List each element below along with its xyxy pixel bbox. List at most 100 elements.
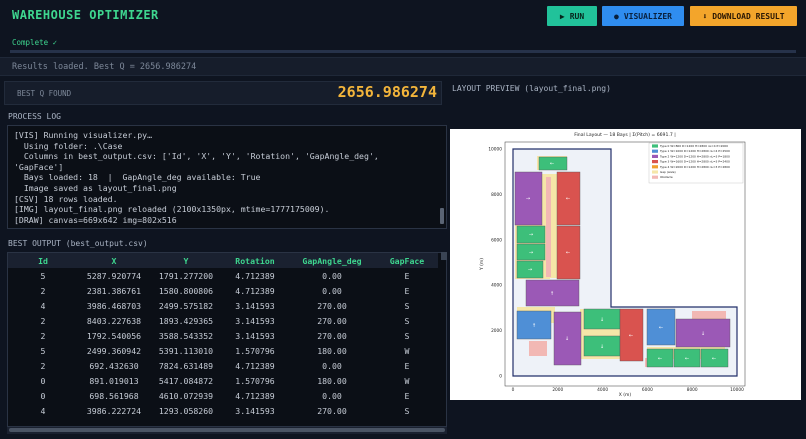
column-header[interactable]: Id xyxy=(8,253,78,268)
table-row[interactable]: 2 8403.227638 1893.429365 3.141593 270.00 S xyxy=(8,313,438,328)
table-row[interactable]: 0 891.019013 5417.084872 1.570796 180.00 W xyxy=(8,374,438,389)
table-cell: 2381.386761 xyxy=(86,285,142,296)
arrow-glyph: ← xyxy=(658,356,662,362)
table-row[interactable]: 2 1792.540056 3588.543352 3.141593 270.00 S xyxy=(8,328,438,343)
legend-label: Type 0 W=800 D=1200 H=2800 nL=4 P=2000 xyxy=(659,144,728,148)
log-scrollbar-thumb[interactable] xyxy=(440,208,444,224)
legend-swatch xyxy=(652,160,658,164)
run-button[interactable]: ▶ RUN xyxy=(547,6,597,26)
column-header[interactable]: Rotation xyxy=(222,253,288,268)
obstacle xyxy=(546,177,551,277)
table-cell: W xyxy=(404,346,410,357)
arrow-glyph: ↑ xyxy=(550,291,554,297)
table-cell: 0.00 xyxy=(322,270,342,281)
table-cell: 3.141593 xyxy=(235,315,275,326)
log-line: Columns in best_output.csv: ['Id', 'X', … xyxy=(14,151,379,162)
plot-legend: Type 0 W=800 D=1200 H=2800 nL=4 P=2000Ty… xyxy=(648,142,744,184)
table-cell: 5 xyxy=(40,270,46,281)
progress-fill xyxy=(10,50,796,53)
arrow-glyph: ↓ xyxy=(565,336,569,342)
plot-xlabel: X (m) xyxy=(619,392,632,398)
process-log[interactable]: [VIS] Running visualizer.py… Using folde… xyxy=(7,125,447,229)
y-tick-label: 0 xyxy=(499,374,502,380)
column-header[interactable]: GapAngle_deg xyxy=(288,253,376,268)
table-row[interactable]: 4 3986.468703 2499.575182 3.141593 270.00 S xyxy=(8,298,438,313)
layout-preview-label: LAYOUT PREVIEW (layout_final.png) xyxy=(452,84,611,93)
legend-label: Type 2 W=1200 D=1200 H=2800 nL=3 P=1800 xyxy=(659,154,730,158)
layout-preview-image: Final Layout — 18 Bays | Σ(Pitch) = 6691… xyxy=(450,129,801,400)
legend-swatch xyxy=(652,175,658,179)
download-result-button[interactable]: ⬇ DOWNLOAD RESULT xyxy=(690,6,797,26)
table-header-row: Id X Y Rotation GapAngle_deg GapFace xyxy=(8,253,438,268)
arrow-glyph: ← xyxy=(659,325,663,331)
table-body: 5 5287.920774 1791.277200 4.712389 0.00 E 2 238… xyxy=(8,268,438,419)
best-output-table[interactable]: Id X Y Rotation GapAngle_deg GapFace 5 5287.92… xyxy=(7,252,447,434)
y-tick-label: 8000 xyxy=(491,192,502,198)
obstacle xyxy=(529,341,547,356)
table-cell: 0.00 xyxy=(322,361,342,372)
arrow-glyph: ← xyxy=(566,250,570,256)
table-cell: 8403.227638 xyxy=(86,315,142,326)
y-tick-label: 4000 xyxy=(491,283,502,289)
table-cell: 1.570796 xyxy=(235,376,275,387)
table-cell: S xyxy=(404,406,410,417)
visualizer-button-label: VISUALIZER xyxy=(623,11,672,21)
legend-label: Type 4 W=2000 D=1200 H=2800 nL=3 P=2800 xyxy=(659,165,730,169)
table-cell: 5391.113010 xyxy=(158,346,214,357)
table-hscroll[interactable] xyxy=(7,426,447,434)
arrow-glyph: → xyxy=(529,232,533,238)
x-tick-label: 0 xyxy=(512,387,515,393)
column-header[interactable]: X xyxy=(78,253,150,268)
table-row[interactable]: 0 698.561968 4610.072939 4.712389 0.00 E xyxy=(8,389,438,404)
table-cell: 5417.084872 xyxy=(158,376,214,387)
table-row[interactable]: 5 5287.920774 1791.277200 4.712389 0.00 E xyxy=(8,268,438,283)
arrow-glyph: ↓ xyxy=(600,344,604,350)
legend-label: Gap (aisle) xyxy=(660,170,676,174)
table-cell: E xyxy=(404,270,410,281)
arrow-glyph: → xyxy=(526,196,530,202)
table-cell: 5 xyxy=(40,346,46,357)
table-cell: 692.432630 xyxy=(89,361,139,372)
table-cell: E xyxy=(404,361,410,372)
best-q-label: BEST Q FOUND xyxy=(17,89,72,98)
table-cell: 1580.800806 xyxy=(158,285,214,296)
log-line: [DRAW] canvas=669x642 img=802x516 xyxy=(14,214,177,225)
table-cell: 2 xyxy=(40,330,46,341)
log-line: [CSV] 18 rows loaded. xyxy=(14,193,118,204)
table-row[interactable]: 4 3986.222724 1293.058260 3.141593 270.00 S xyxy=(8,404,438,419)
x-tick-label: 6000 xyxy=(642,387,653,393)
log-line: [VIS] Running visualizer.py… xyxy=(14,130,153,140)
progress-bar xyxy=(10,50,796,53)
log-line: 'GapFace'] xyxy=(14,161,64,172)
table-cell: 4610.072939 xyxy=(158,391,214,402)
plot-ylabel: Y (m) xyxy=(479,258,485,271)
table-row[interactable]: 5 2499.360942 5391.113010 1.570796 180.00 W xyxy=(8,343,438,358)
table-cell: 2 xyxy=(40,315,46,326)
visualizer-button[interactable]: ● VISUALIZER xyxy=(602,6,684,26)
table-cell: 270.00 xyxy=(317,300,347,311)
x-tick-label: 8000 xyxy=(687,387,698,393)
arrow-glyph: ↑ xyxy=(532,323,536,329)
table-cell: 180.00 xyxy=(317,376,347,387)
column-header[interactable]: GapFace xyxy=(376,253,438,268)
arrow-glyph: ← xyxy=(685,356,689,362)
table-row[interactable]: 2 2381.386761 1580.800806 4.712389 0.00 E xyxy=(8,283,438,298)
table-cell: 0.00 xyxy=(322,391,342,402)
column-header[interactable]: Y xyxy=(150,253,222,268)
arrow-glyph: → xyxy=(529,250,533,256)
table-row[interactable]: 2 692.432630 7824.631489 4.712389 0.00 E xyxy=(8,359,438,374)
table-vscroll[interactable] xyxy=(441,252,447,260)
legend-swatch xyxy=(652,144,658,148)
log-line: Bays loaded: 18 | GapAngle_deg available… xyxy=(14,172,261,183)
best-output-label: BEST OUTPUT (best_output.csv) xyxy=(8,239,148,248)
x-tick-label: 4000 xyxy=(597,387,608,393)
table-cell: S xyxy=(404,300,410,311)
log-line: Image saved as layout_final.png xyxy=(14,182,177,193)
table-cell: 4.712389 xyxy=(235,361,275,372)
table-cell: 4 xyxy=(40,406,46,417)
legend-label: Type 1 W=1000 D=1200 H=2800 nL=4 P=2500 xyxy=(659,149,730,153)
table-cell: 1293.058260 xyxy=(158,406,214,417)
table-cell: S xyxy=(404,330,410,341)
table-hscroll-thumb[interactable] xyxy=(9,428,445,432)
obstacle xyxy=(692,311,726,319)
